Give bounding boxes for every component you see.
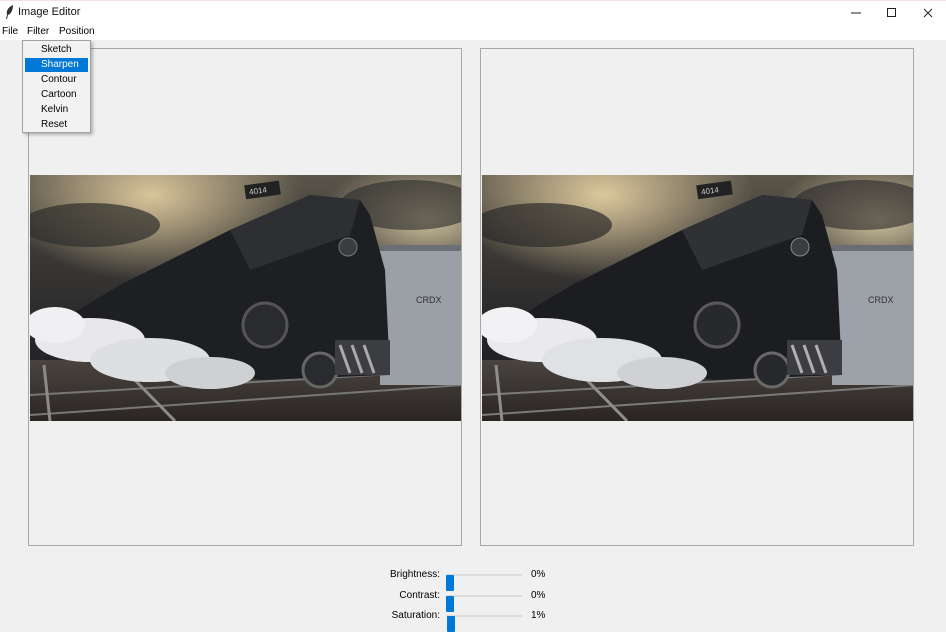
filter-dropdown-menu: Sketch Sharpen Contour Cartoon Kelvin Re… <box>22 40 91 133</box>
saturation-slider[interactable] <box>446 615 522 632</box>
feather-icon <box>6 5 13 19</box>
filter-menu-item-sharpen[interactable]: Sharpen <box>25 58 88 72</box>
boxcar-label: CRDX <box>868 295 894 305</box>
menu-bar: File Filter Position <box>0 24 946 40</box>
contrast-slider-row: Contrast: 0% <box>380 587 580 612</box>
saturation-slider-row: Saturation: 1% <box>380 607 580 632</box>
saturation-value: 1% <box>531 610 546 621</box>
filter-menu-item-sketch[interactable]: Sketch <box>25 43 88 57</box>
contrast-value: 0% <box>531 590 546 601</box>
menu-filter[interactable]: Filter <box>27 26 49 37</box>
contrast-slider[interactable] <box>446 595 522 612</box>
brightness-slider[interactable] <box>446 574 522 591</box>
filter-menu-item-cartoon[interactable]: Cartoon <box>25 88 88 102</box>
saturation-label: Saturation: <box>391 610 440 621</box>
locomotive-image-edited: CRDX 4014 <box>482 175 913 421</box>
brightness-label: Brightness: <box>389 569 440 580</box>
window-title: Image Editor <box>18 6 81 18</box>
contrast-label: Contrast: <box>399 590 440 601</box>
edited-image-canvas: CRDX 4014 <box>480 48 914 546</box>
brightness-value: 0% <box>531 569 546 580</box>
minimize-button[interactable] <box>838 1 874 25</box>
close-icon <box>923 8 933 18</box>
original-image-canvas: CRDX 4014 <box>28 48 462 546</box>
filter-menu-item-kelvin[interactable]: Kelvin <box>25 103 88 117</box>
menu-position[interactable]: Position <box>59 26 95 37</box>
filter-menu-item-reset[interactable]: Reset <box>25 118 88 132</box>
minimize-icon <box>851 12 861 14</box>
menu-file[interactable]: File <box>2 26 18 37</box>
maximize-icon <box>887 8 896 17</box>
maximize-button[interactable] <box>874 1 910 25</box>
close-button[interactable] <box>910 1 946 25</box>
title-bar: Image Editor <box>0 0 946 24</box>
filter-menu-item-contour[interactable]: Contour <box>25 73 88 87</box>
locomotive-image-original: CRDX 4014 <box>30 175 461 421</box>
brightness-slider-row: Brightness: 0% <box>380 566 580 591</box>
saturation-slider-thumb[interactable] <box>446 616 455 632</box>
boxcar-label: CRDX <box>416 295 442 305</box>
